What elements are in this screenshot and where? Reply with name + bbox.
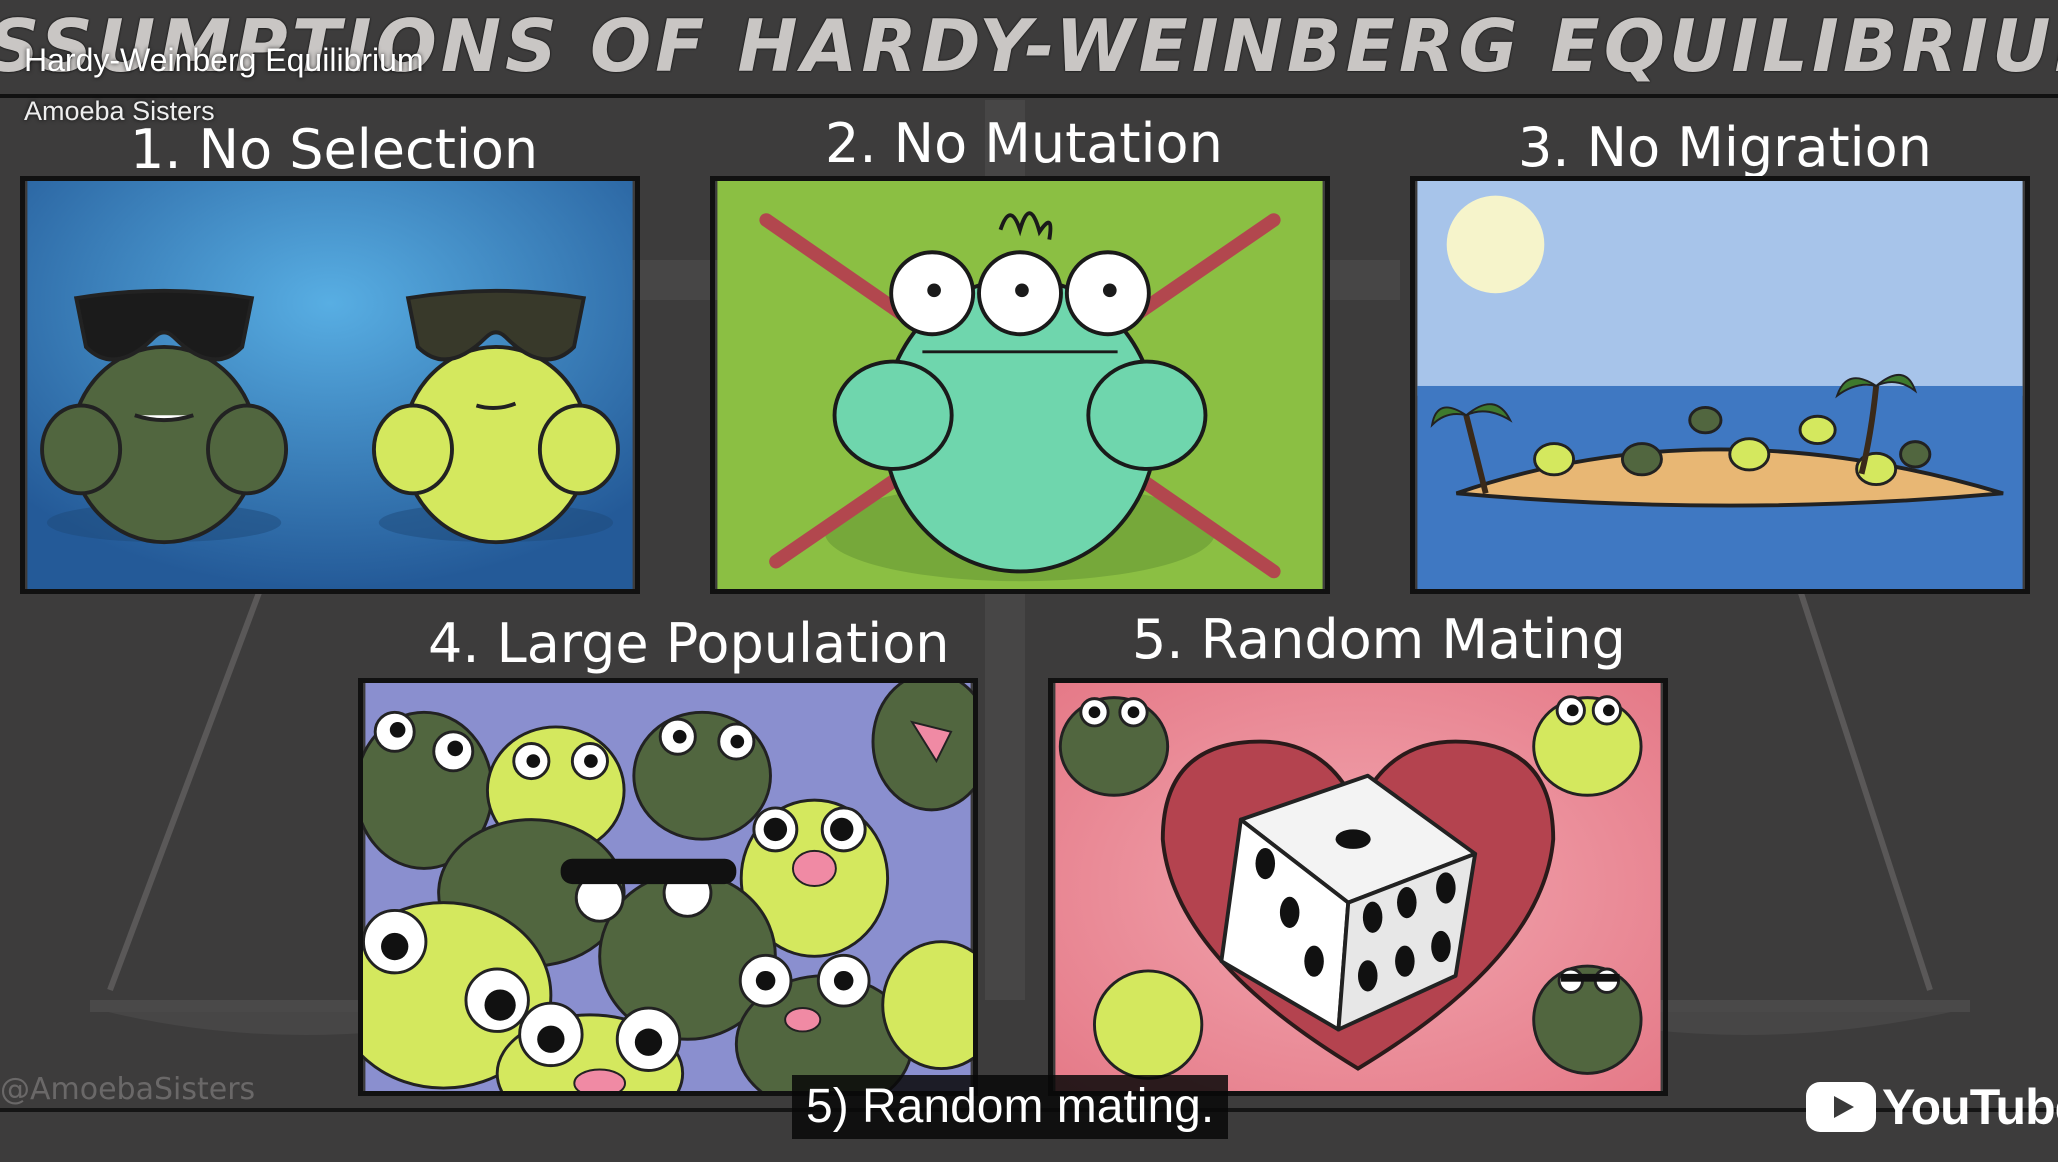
panel-label-no-migration: 3. No Migration [1518,116,1932,179]
video-player[interactable]: ASSUMPTIONS OF HARDY-WEINBERG EQUILIBRIU… [0,0,2058,1162]
panel-large-population [358,678,978,1096]
banner-divider [0,94,2058,98]
panel-no-mutation [710,176,1330,594]
panel-label-no-selection: 1. No Selection [130,118,539,181]
youtube-wordmark: YouTube [1882,1079,2058,1135]
sunglasses-frogs-illustration [27,181,633,589]
panel-random-mating [1048,678,1668,1096]
panel-no-selection [20,176,640,594]
panel-no-migration [1410,176,2030,594]
mutant-frog-illustration [717,181,1323,589]
panel-label-random-mating: 5. Random Mating [1132,608,1626,671]
island-frogs-illustration [1417,181,2023,589]
panel-label-no-mutation: 2. No Mutation [825,112,1223,175]
dice-heart-frogs-illustration [1055,683,1661,1091]
youtube-play-icon [1806,1082,1876,1132]
youtube-logo[interactable]: YouTube [1806,1078,2058,1136]
crowd-of-frogs-illustration [363,683,973,1091]
video-title[interactable]: Hardy-Weinberg Equilibrium [24,42,424,79]
panel-label-large-population: 4. Large Population [428,612,950,675]
channel-watermark: @AmoebaSisters [0,1072,256,1107]
caption-subtitle: 5) Random mating. [792,1075,1229,1139]
